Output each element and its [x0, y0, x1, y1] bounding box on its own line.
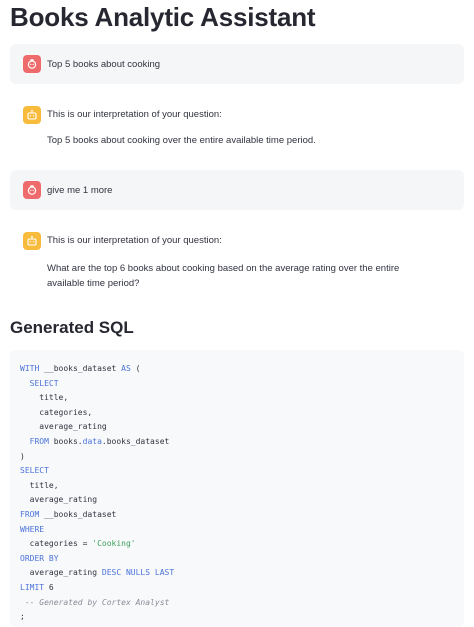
sql-token: __books_dataset: [39, 364, 122, 373]
sql-code-line: FROM __books_dataset: [20, 508, 174, 523]
sql-code-line: average_rating DESC NULLS LAST: [20, 566, 175, 581]
sql-code-line: SELECT: [20, 464, 174, 479]
bot-face-icon: [23, 55, 41, 73]
sql-token: data: [82, 436, 102, 446]
sql-token: FROM: [20, 509, 40, 519]
sql-code-block[interactable]: WITH __books_dataset AS ( SELECT title, …: [10, 350, 464, 627]
sql-token: ): [20, 451, 25, 461]
sql-code-line: categories = 'Cooking': [20, 537, 174, 552]
sql-code-line: average_rating: [20, 420, 174, 435]
sql-token: DESC: [101, 568, 122, 578]
sql-token: SELECT: [29, 378, 59, 388]
sql-code-line: categories,: [20, 406, 174, 421]
sql-token: LIMIT: [20, 582, 45, 592]
sql-token: average_rating: [20, 495, 98, 505]
sql-token: __books_dataset: [39, 509, 117, 519]
robot-icon: [23, 232, 41, 250]
sql-token: ORDER BY: [20, 553, 59, 563]
chat-message-user: give me 1 more: [10, 170, 464, 210]
sql-token: SELECT: [20, 466, 49, 476]
app-title: Books Analytic Assistant: [10, 2, 316, 32]
sql-code-line: LIMIT 6: [20, 581, 174, 596]
interpretation-text: Top 5 books about cooking over the entir…: [47, 135, 316, 146]
sql-token: WHERE: [20, 524, 45, 534]
sql-token: WITH: [20, 364, 40, 373]
sql-code: WITH __books_dataset AS ( SELECT title, …: [20, 362, 174, 625]
sql-token: 'Cooking': [92, 539, 136, 549]
generated-sql-heading: Generated SQL: [10, 318, 134, 337]
sql-token: AS: [121, 364, 131, 373]
sql-token: average_rating: [20, 422, 107, 432]
chat-message-assistant: This is our interpretation of your quest…: [10, 222, 464, 302]
sql-code-line: ORDER BY: [20, 552, 174, 567]
sql-code-line: -- Generated by Cortex Analyst: [20, 596, 174, 611]
sql-code-line: title,: [20, 391, 174, 406]
sql-code-line: average_rating: [20, 493, 174, 508]
sql-token: categories,: [20, 407, 93, 417]
sql-token: average_rating: [20, 568, 102, 578]
chat-message-assistant: This is our interpretation of your quest…: [10, 96, 464, 158]
sql-token: title,: [20, 393, 69, 403]
interpretation-intro: This is our interpretation of your quest…: [47, 109, 222, 120]
sql-token: -- Generated by Cortex Analyst: [24, 597, 170, 607]
sql-token: categories =: [20, 539, 93, 549]
interpretation-intro: This is our interpretation of your quest…: [47, 235, 222, 246]
bot-face-icon: [23, 181, 41, 199]
interpretation-text: What are the top 6 books about cooking b…: [47, 263, 400, 289]
sql-token: 6: [44, 582, 54, 592]
sql-code-line: FROM books.data.books_dataset: [20, 435, 174, 450]
sql-code-line: ): [20, 450, 174, 465]
sql-code-line: ;: [20, 610, 174, 625]
sql-token: LAST: [154, 568, 175, 578]
message-text: give me 1 more: [47, 185, 113, 196]
sql-code-line: WITH __books_dataset AS (: [20, 362, 174, 377]
sql-token: FROM: [29, 436, 49, 446]
sql-code-line: title,: [20, 479, 174, 494]
message-text: Top 5 books about cooking: [47, 59, 161, 70]
sql-token: ;: [20, 612, 25, 622]
sql-code-line: SELECT: [20, 377, 174, 392]
robot-icon: [23, 106, 41, 124]
sql-token: books.: [48, 436, 83, 446]
chat-message-user: Top 5 books about cooking: [10, 44, 464, 84]
sql-token: NULLS: [125, 568, 151, 578]
sql-code-line: WHERE: [20, 523, 174, 538]
sql-token: title,: [20, 480, 59, 490]
sql-token: (: [130, 364, 141, 373]
sql-token: .books_dataset: [101, 436, 170, 446]
